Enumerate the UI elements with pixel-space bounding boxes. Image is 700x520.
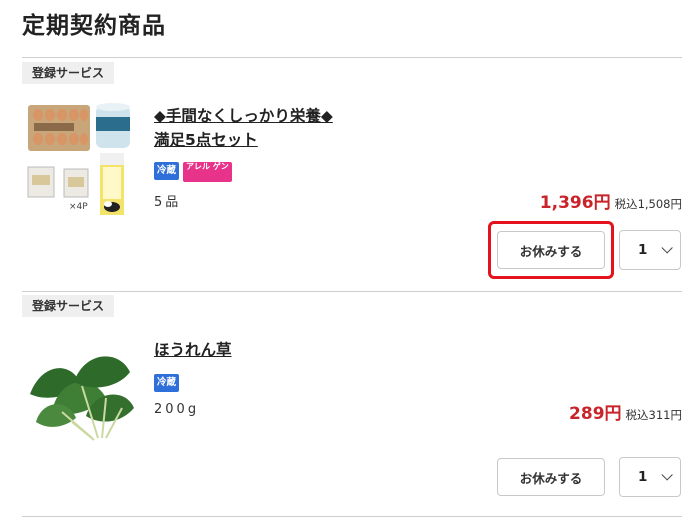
price-with-tax: 税込1,508円	[614, 197, 682, 211]
price: 1,396円	[539, 193, 611, 213]
product-image-spinach[interactable]	[22, 342, 138, 442]
pack-count-label: ×4P	[69, 202, 88, 212]
price-block: 289円 税込311円	[569, 399, 682, 424]
chevron-down-icon	[661, 469, 674, 481]
divider	[22, 516, 682, 517]
service-badge: 登録サービス	[22, 295, 115, 317]
product-title-line1: ◆手間なくしっかり栄養◆	[154, 107, 333, 125]
service-badge: 登録サービス	[22, 62, 115, 84]
tag-list: 冷蔵 アレル ゲン	[154, 162, 232, 182]
pause-button[interactable]: お休みする	[497, 458, 605, 496]
quantity-value: 1	[638, 469, 648, 485]
chevron-down-icon	[661, 242, 674, 254]
item-count: 5品	[154, 195, 182, 210]
page-title: 定期契約商品	[22, 13, 166, 39]
price-block: 1,396円 税込1,508円	[540, 188, 682, 213]
product-title-line2: 満足5点セット	[154, 131, 258, 149]
tag-allergen: アレル ゲン	[183, 162, 232, 182]
quantity-select[interactable]: 1	[619, 230, 681, 270]
item-quantity: 200g	[154, 402, 200, 417]
product-title-line1: ほうれん草	[154, 341, 232, 359]
quantity-select[interactable]: 1	[619, 457, 681, 497]
price: 289円	[569, 404, 622, 424]
tag-list: 冷蔵	[154, 374, 180, 392]
tag-refrigerated: 冷蔵	[154, 162, 180, 180]
product-title-link[interactable]: ほうれん草	[154, 338, 232, 362]
pause-button[interactable]: お休みする	[497, 231, 605, 269]
product-title-link[interactable]: ◆手間なくしっかり栄養◆ 満足5点セット	[154, 104, 333, 152]
price-with-tax: 税込311円	[625, 408, 682, 422]
divider	[22, 57, 682, 58]
tag-refrigerated: 冷蔵	[154, 374, 180, 392]
divider	[22, 291, 682, 292]
product-image-set[interactable]: ×4P	[24, 103, 136, 218]
quantity-value: 1	[638, 242, 648, 258]
